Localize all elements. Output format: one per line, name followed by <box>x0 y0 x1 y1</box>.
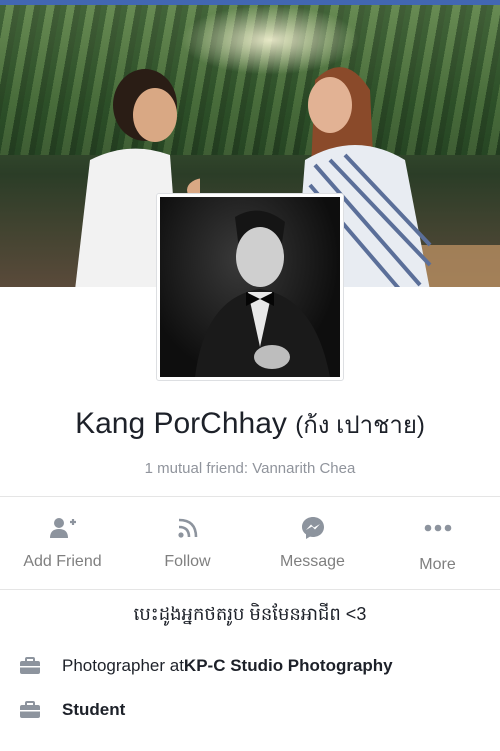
rss-icon <box>173 513 203 543</box>
add-friend-label: Add Friend <box>23 553 102 570</box>
add-friend-button[interactable]: Add Friend <box>0 497 125 589</box>
profile-bio: បេះដូងអ្នកថតរូប មិនមែនអាជីព <3 <box>133 604 367 624</box>
info-work-prefix: Photographer at <box>62 656 184 675</box>
profile-picture[interactable] <box>156 193 344 381</box>
profile-name: Kang PorChhay (ก้ง เปาชาย) <box>0 405 500 444</box>
divider <box>0 589 500 590</box>
profile-portrait <box>195 210 330 377</box>
info-work-employer: KP-C Studio Photography <box>183 656 393 675</box>
info-row-work[interactable]: Photographer at KP-C Studio Photography <box>18 656 488 676</box>
add-friend-icon <box>48 513 78 543</box>
follow-label: Follow <box>164 553 211 570</box>
profile-native-name: (ก้ง เปาชาย) <box>295 412 425 439</box>
more-button[interactable]: More <box>375 497 500 589</box>
message-button[interactable]: Message <box>250 497 375 589</box>
briefcase-icon <box>18 656 42 676</box>
info-row-education[interactable]: Student <box>18 700 488 720</box>
mutual-friends-link[interactable]: 1 mutual friend: Vannarith Chea <box>0 460 500 477</box>
profile-name-text: Kang PorChhay <box>75 407 287 440</box>
messenger-icon <box>298 513 328 543</box>
more-dots-icon <box>423 513 453 543</box>
profile-picture-image <box>160 197 340 377</box>
follow-button[interactable]: Follow <box>125 497 250 589</box>
info-education-value: Student <box>62 700 126 719</box>
profile-actions-bar: Add Friend Follow Message More <box>0 497 500 589</box>
briefcase-icon <box>18 700 42 720</box>
more-label: More <box>419 556 456 573</box>
message-label: Message <box>280 553 345 570</box>
